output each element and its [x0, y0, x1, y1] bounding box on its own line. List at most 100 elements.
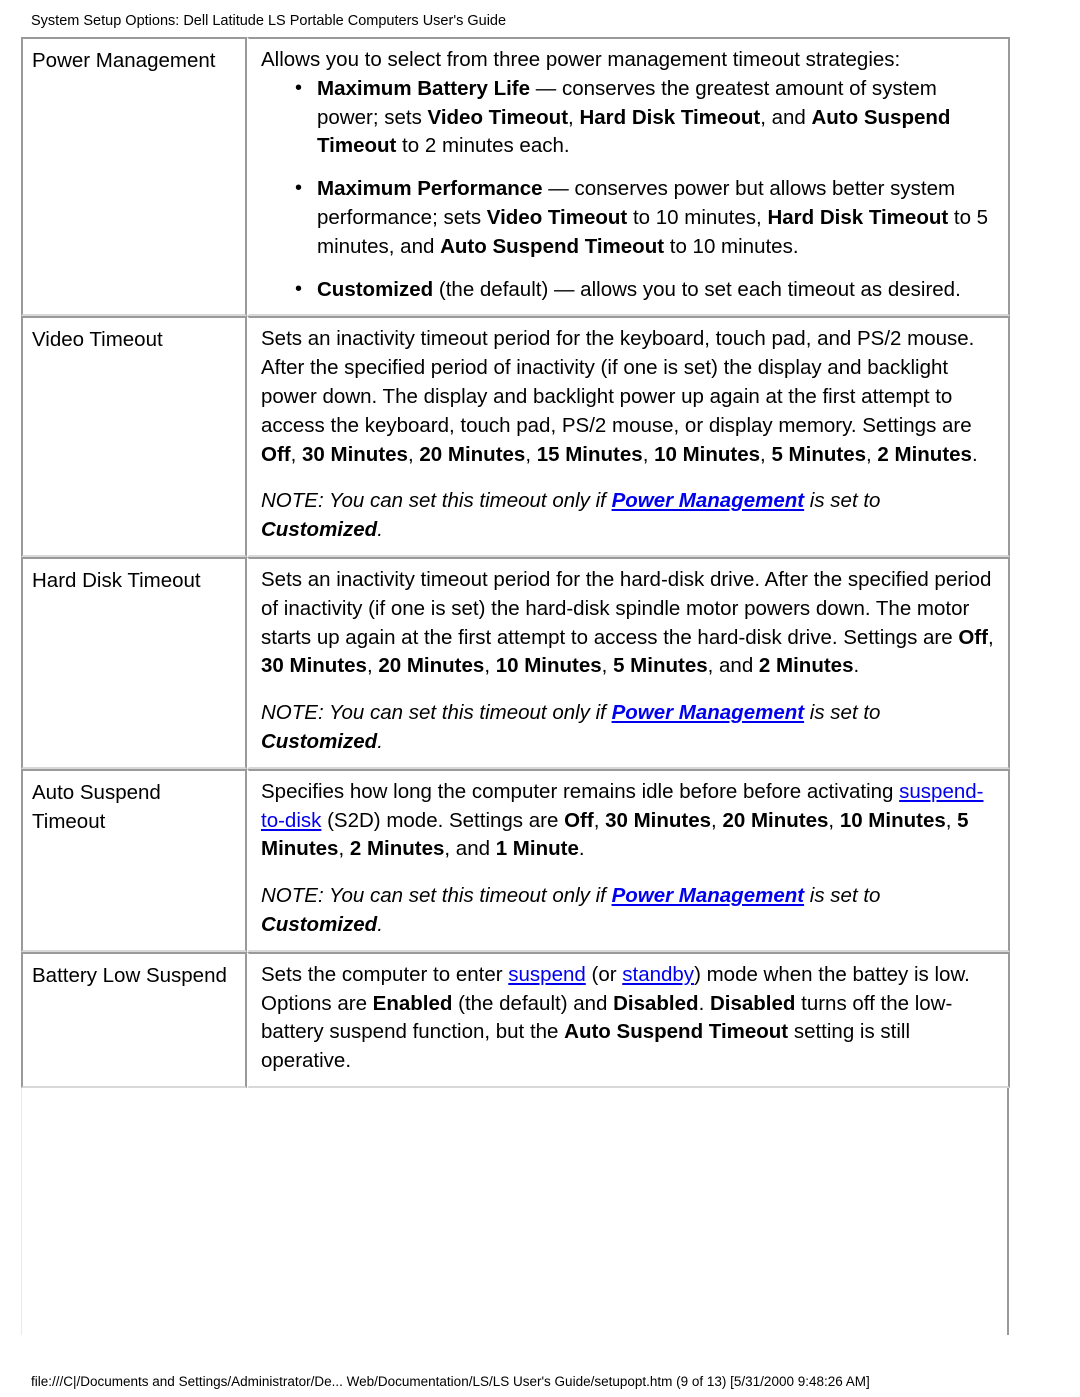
note-bold: Customized	[261, 518, 378, 542]
power-strategy-list: Maximum Battery Life — conserves the gre…	[261, 74, 998, 305]
power-management-link[interactable]: Power Management	[612, 701, 805, 724]
settings-separator: ,	[828, 808, 840, 832]
description-text-2: (S2D) mode. Settings are	[321, 808, 565, 832]
note-paragraph: NOTE: You can set this timeout only if P…	[261, 882, 998, 940]
strategy-bold-1: Video Timeout	[427, 105, 569, 129]
option-bold-enabled: Enabled	[372, 991, 453, 1015]
note-bold: Customized	[261, 729, 378, 753]
settings-separator: ,	[290, 442, 303, 466]
strategy-term: Customized	[317, 277, 434, 301]
description-text: Specifies how long the computer remains …	[261, 779, 900, 803]
setting-value: 10 Minutes	[654, 442, 761, 466]
setting-value: 2 Minutes	[758, 654, 854, 678]
strategy-term: Maximum Battery Life	[317, 76, 531, 100]
note-paragraph: NOTE: You can set this timeout only if P…	[261, 487, 998, 545]
settings-separator: ,	[338, 837, 350, 861]
option-name-cell: Battery Low Suspend	[21, 951, 247, 1088]
page-footer-path: file:///C|/Documents and Settings/Admini…	[31, 1374, 870, 1389]
note-bold: Customized	[261, 912, 378, 936]
strategy-bold-1: Video Timeout	[486, 205, 628, 229]
note-suffix: .	[377, 518, 383, 542]
settings-period: .	[578, 837, 585, 861]
description-text-5: .	[698, 991, 710, 1015]
note-middle: is set to	[804, 489, 881, 513]
strategy-body-4: to 2 minutes each.	[396, 134, 570, 158]
setting-value: 10 Minutes	[839, 808, 946, 832]
strategy-body-2: to 10 minutes,	[627, 205, 768, 229]
description-text: Sets an inactivity timeout period for th…	[261, 567, 992, 649]
option-name-label: Video Timeout	[32, 328, 163, 352]
option-name-cell: Power Management	[21, 37, 247, 317]
note-suffix: .	[377, 729, 383, 753]
table-row: Battery Low Suspend Sets the computer to…	[21, 951, 1010, 1088]
em-dash: —	[542, 177, 575, 201]
settings-separator: , and	[444, 837, 496, 861]
description-text: Sets an inactivity timeout period for th…	[261, 327, 975, 437]
note-prefix: NOTE: You can set this timeout only if	[261, 884, 612, 908]
option-name-label: Hard Disk Timeout	[32, 568, 201, 592]
settings-separator: ,	[711, 808, 723, 832]
option-name-cell: Hard Disk Timeout	[21, 556, 247, 769]
setting-value: 20 Minutes	[722, 808, 829, 832]
table-row: Video Timeout Sets an inactivity timeout…	[21, 316, 1010, 557]
setting-value: 20 Minutes	[378, 654, 485, 678]
option-bold-disabled-2: Disabled	[709, 991, 796, 1015]
settings-list: Off, 30 Minutes, 20 Minutes, 15 Minutes,…	[261, 443, 978, 466]
list-item: Maximum Performance — conserves power bu…	[261, 174, 998, 261]
note-prefix: NOTE: You can set this timeout only if	[261, 489, 612, 513]
table-row: Hard Disk Timeout Sets an inactivity tim…	[21, 556, 1010, 769]
option-name-cell: Auto Suspend Timeout	[21, 768, 247, 952]
system-setup-options-table: Power Management Allows you to select fr…	[21, 37, 1010, 1088]
setting-value: Off	[261, 442, 291, 466]
option-bold-auto-suspend: Auto Suspend Timeout	[564, 1020, 789, 1044]
option-description-cell: Sets the computer to enter suspend (or s…	[247, 951, 1010, 1088]
strategy-bold-2: Hard Disk Timeout	[767, 205, 949, 229]
option-name-label: Auto Suspend Timeout	[32, 780, 161, 833]
document-page: System Setup Options: Dell Latitude LS P…	[0, 0, 1080, 1397]
settings-separator: ,	[642, 442, 655, 466]
description-text-4: (the default) and	[452, 991, 614, 1015]
strategy-bold-2: Hard Disk Timeout	[579, 105, 761, 129]
power-management-link[interactable]: Power Management	[612, 489, 805, 512]
option-description-cell: Sets an inactivity timeout period for th…	[247, 556, 1010, 769]
em-dash: —	[530, 76, 562, 100]
list-item: Maximum Battery Life — conserves the gre…	[261, 74, 998, 161]
setting-value: 30 Minutes	[605, 808, 712, 832]
setting-value: Off	[958, 625, 988, 649]
option-description-cell: Specifies how long the computer remains …	[247, 768, 1010, 952]
settings-separator: ,	[525, 442, 537, 466]
page-title: System Setup Options: Dell Latitude LS P…	[31, 13, 507, 29]
setting-value: 5 Minutes	[613, 654, 708, 678]
setting-value: Off	[564, 808, 594, 832]
standby-link[interactable]: standby	[622, 963, 694, 986]
description-text-2: (or	[585, 962, 623, 986]
settings-separator: ,	[484, 654, 496, 678]
setting-value: 20 Minutes	[419, 442, 526, 466]
setting-value: 2 Minutes	[877, 442, 972, 466]
power-management-link[interactable]: Power Management	[612, 884, 805, 907]
list-item: Customized (the default) — allows you to…	[261, 275, 998, 305]
description-text-1: Sets the computer to enter	[261, 962, 509, 986]
table-row: Power Management Allows you to select fr…	[21, 37, 1010, 317]
settings-separator: ,	[866, 442, 878, 466]
note-middle: is set to	[804, 884, 881, 908]
strategy-body-3: , and	[760, 105, 812, 129]
note-paragraph: NOTE: You can set this timeout only if P…	[261, 699, 998, 757]
description-body: Sets an inactivity timeout period for th…	[261, 325, 998, 469]
option-name-label: Battery Low Suspend	[32, 963, 227, 987]
description-body: Sets the computer to enter suspend (or s…	[261, 961, 998, 1076]
setting-value: 5 Minutes	[771, 442, 866, 466]
description-lead: Allows you to select from three power ma…	[261, 48, 901, 71]
settings-separator: ,	[987, 625, 994, 649]
setting-value: 1 Minute	[495, 837, 579, 861]
setting-value: 2 Minutes	[349, 837, 445, 861]
strategy-body-4: to 10 minutes.	[664, 234, 799, 258]
settings-separator: ,	[945, 808, 958, 832]
setting-value: 15 Minutes	[536, 442, 643, 466]
strategy-body-1: (the default) — allows you to set each t…	[438, 277, 961, 301]
suspend-link[interactable]: suspend	[508, 963, 586, 986]
option-name-label: Power Management	[32, 49, 216, 72]
settings-separator: ,	[407, 442, 420, 466]
settings-period: .	[971, 442, 978, 466]
settings-separator: ,	[593, 808, 606, 832]
